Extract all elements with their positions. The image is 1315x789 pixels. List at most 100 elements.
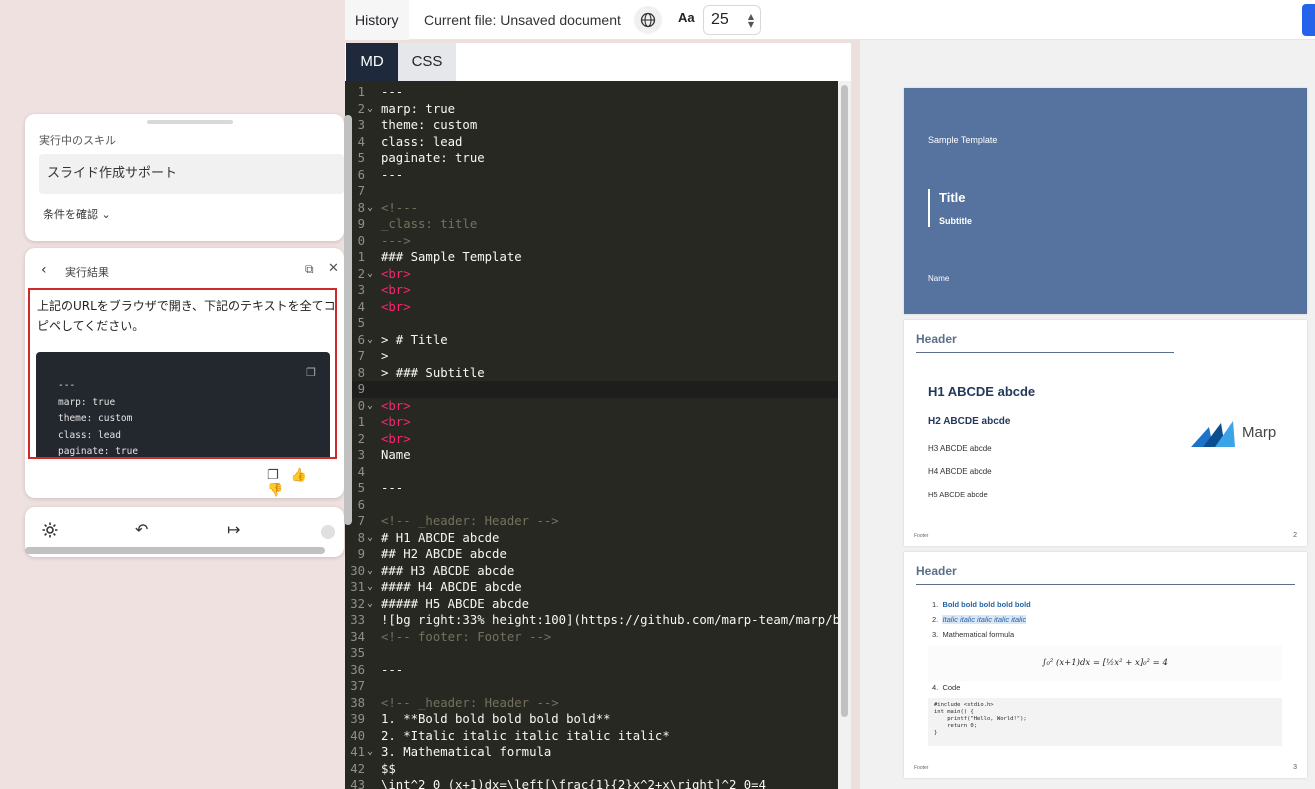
code-line[interactable]: 42 $$ [345,761,838,778]
code-text: $$ [381,761,396,776]
toolbar-scrollbar[interactable] [25,547,325,554]
list-item: 3. Mathematical formula [932,630,1015,639]
math-formula: ∫₀² (x+1)dx = [½x² + x]₀² = 4 [928,645,1282,681]
code-line[interactable]: 5 paginate: true [345,150,838,167]
fold-chevron-icon[interactable]: ⌄ [367,530,373,547]
code-line[interactable]: 36 --- [345,662,838,679]
fold-chevron-icon[interactable]: ⌄ [367,398,373,415]
check-conditions-toggle[interactable]: 条件を確認 ⌄ [43,206,111,222]
code-line[interactable]: 40 2. *Italic italic italic italic italic… [345,728,838,745]
copy-icon[interactable]: ❐ [267,468,279,483]
code-line[interactable]: 41 ⌄ 3. Mathematical formula [345,744,838,761]
fold-chevron-icon[interactable]: ⌄ [367,332,373,349]
code-editor[interactable]: 1 --- 2 ⌄ marp: true 3 theme: custom 4 class: le… [345,81,838,789]
code-line[interactable]: 3 <br> [345,282,838,299]
running-skill-label: 実行中のスキル [39,134,116,147]
code-line[interactable]: 8 > ### Subtitle [345,365,838,382]
line-number: 37 [350,679,365,693]
fold-chevron-icon[interactable]: ⌄ [367,200,373,217]
editor-scrollbar[interactable] [838,81,851,789]
code-line[interactable]: 3 theme: custom [345,117,838,134]
undo-icon[interactable]: ↶ [135,520,148,539]
thumbs-up-icon[interactable]: 👍 [291,468,307,483]
code-line[interactable]: 30 ⌄ ### H3 ABCDE abcde [345,563,838,580]
slide-2[interactable]: Header H1 ABCDE abcde H2 ABCDE abcde H3 … [904,320,1307,546]
code-line[interactable]: 7 > [345,348,838,365]
marp-logo-icon [1191,421,1235,447]
code-line[interactable]: 4 class: lead [345,134,838,151]
close-icon[interactable]: ✕ [328,261,339,276]
code-line[interactable]: 9 _class: title [345,216,838,233]
fold-chevron-icon[interactable]: ⌄ [367,744,373,761]
code-line[interactable]: 8 ⌄ <!--- [345,200,838,217]
stepper-arrows-icon[interactable]: ▲ ▼ [748,13,754,29]
editor-scrollbar-thumb[interactable] [841,85,848,717]
code-line[interactable]: 37 [345,678,838,695]
code-line[interactable]: 34 <!-- footer: Footer --> [345,629,838,646]
code-line[interactable]: 2 ⌄ marp: true [345,101,838,118]
heading-3: H3 ABCDE abcde [928,444,992,453]
code-line[interactable]: 43 \int^2_0 (x+1)dx=\left[\frac{1}{2}x^2+… [345,777,838,789]
slide-header: Header [916,564,957,578]
fold-chevron-icon[interactable]: ⌄ [367,579,373,596]
tab-md[interactable]: MD [346,43,398,81]
top-toolbar: History Current file: Unsaved document A… [345,0,1315,40]
back-arrow-icon[interactable]: ‹ [41,262,47,278]
globe-icon[interactable] [634,6,662,34]
code-line[interactable]: 7 <!-- _header: Header --> [345,513,838,530]
code-line[interactable]: 5 [345,315,838,332]
font-size-stepper[interactable]: 25 ▲ ▼ [703,5,761,35]
code-text: <br> [381,415,411,429]
fold-chevron-icon[interactable]: ⌄ [367,563,373,580]
code-line[interactable]: 35 [345,645,838,662]
forward-icon[interactable]: ↦ [227,520,240,539]
code-text: > # Title [381,332,448,347]
overlay-scrollbar[interactable] [344,115,352,525]
title-bar [928,189,930,227]
code-line[interactable]: 2 <br> [345,431,838,448]
code-line[interactable]: 31 ⌄ #### H4 ABCDE abcde [345,579,838,596]
page-number: 3 [1293,764,1297,771]
code-line[interactable]: 9 ## H2 ABCDE abcde [345,546,838,563]
code-line[interactable]: 6 --- [345,167,838,184]
slide-name: Name [928,274,950,283]
fold-chevron-icon[interactable]: ⌄ [367,266,373,283]
code-line[interactable]: 32 ⌄ ##### H5 ABCDE abcde [345,596,838,613]
code-line[interactable]: 1 --- [345,84,838,101]
primary-action-button[interactable] [1302,4,1315,36]
code-line[interactable]: 1 ### Sample Template [345,249,838,266]
slide-3[interactable]: Header 1. Bold bold bold bold bold 2. It… [904,552,1307,778]
tab-css[interactable]: CSS [398,43,456,81]
code-line[interactable]: 4 [345,464,838,481]
heading-5: H5 ABCDE abcde [928,490,988,499]
copy-icon[interactable]: ❐ [306,366,316,379]
code-line[interactable]: 38 <!-- _header: Header --> [345,695,838,712]
code-text: ## H2 ABCDE abcde [381,547,507,561]
code-line[interactable]: 2 ⌄ <br> [345,266,838,283]
code-line[interactable]: 0 ---> [345,233,838,250]
code-line[interactable]: 7 [345,183,838,200]
code-line[interactable]: 3 Name [345,447,838,464]
code-line[interactable]: 0 ⌄ <br> [345,398,838,415]
code-line[interactable]: 33 ![bg right:33% height:100](https://git… [345,612,838,629]
thumbs-down-icon[interactable]: 👎 [267,483,283,498]
code-block: #include <stdio.h> int main() { printf("… [928,698,1282,746]
code-line[interactable]: 6 [345,497,838,514]
code-line[interactable]: 6 ⌄ > # Title [345,332,838,349]
code-line[interactable]: 1 <br> [345,414,838,431]
code-line[interactable]: 8 ⌄ # H1 ABCDE abcde [345,530,838,547]
code-line[interactable]: 39 1. **Bold bold bold bold bold** [345,711,838,728]
fold-chevron-icon[interactable]: ⌄ [367,101,373,118]
code-line[interactable]: 5 --- [345,480,838,497]
heading-1: H1 ABCDE abcde [928,384,1036,399]
gear-icon[interactable] [41,521,59,543]
external-link-icon[interactable]: ⧉ [305,262,314,277]
drag-handle[interactable] [147,120,233,124]
history-button[interactable]: History [345,0,409,40]
code-line[interactable]: 4 <br> [345,299,838,316]
fold-chevron-icon[interactable]: ⌄ [367,596,373,613]
code-line[interactable]: 9 [345,381,838,398]
slide-1[interactable]: Sample Template Title Subtitle Name [904,88,1307,314]
code-text: > [381,349,389,363]
code-text: # H1 ABCDE abcde [381,530,500,545]
